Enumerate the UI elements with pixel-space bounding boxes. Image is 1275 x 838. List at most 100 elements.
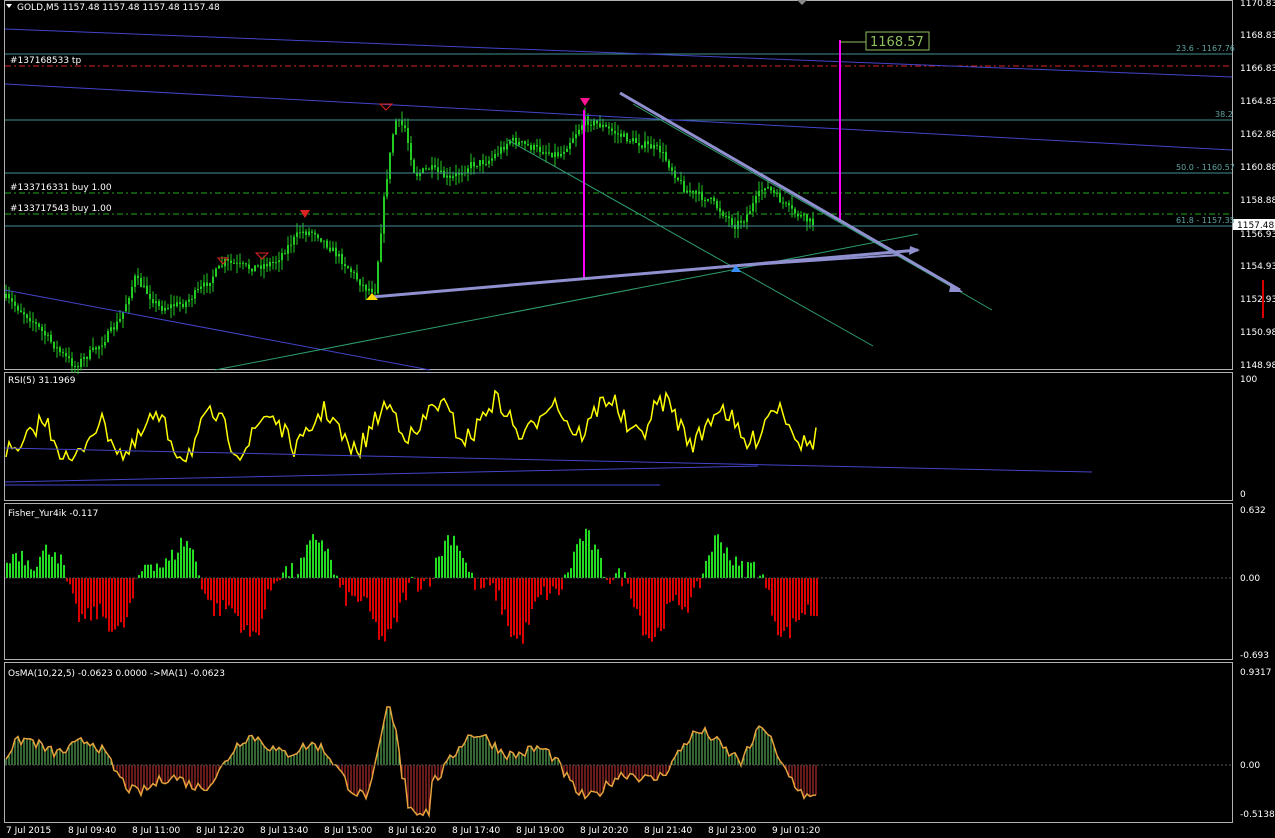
time-tick: 8 Jul 17:40 xyxy=(452,826,501,836)
trading-chart[interactable]: 1170.83 1168.83 1166.83 1164.83 1162.88 … xyxy=(0,0,1275,838)
candle-body xyxy=(62,352,64,354)
candle-body xyxy=(188,299,190,302)
price-tick: 1162.88 xyxy=(1240,130,1275,140)
fisher-bar xyxy=(624,572,626,578)
fisher-bar xyxy=(129,578,131,604)
fisher-bar xyxy=(75,578,77,604)
candle-body xyxy=(263,264,265,269)
main-price-panel[interactable] xyxy=(5,107,814,375)
rsi-tick: 0 xyxy=(1240,490,1246,500)
candle-body xyxy=(8,294,10,299)
fisher-bar xyxy=(618,568,620,578)
fisher-bar xyxy=(258,578,260,636)
candle-body xyxy=(530,145,532,150)
candle-body xyxy=(479,160,481,166)
fisher-bar xyxy=(801,578,803,614)
fisher-bar xyxy=(462,558,464,578)
fisher-bar xyxy=(771,578,773,616)
candle-body xyxy=(203,282,205,287)
fractal-down-icon xyxy=(216,257,230,265)
candle-body xyxy=(338,253,340,257)
fisher-bar xyxy=(474,578,476,590)
fisher-bar xyxy=(390,578,392,629)
fisher-bar xyxy=(90,578,92,621)
time-tick: 8 Jul 09:40 xyxy=(68,826,117,836)
candle-body xyxy=(764,188,766,191)
fisher-bar xyxy=(276,578,278,582)
fisher-bar xyxy=(285,566,287,578)
fisher-bar xyxy=(465,562,467,578)
fisher-tick: -0.693 xyxy=(1240,651,1269,661)
candle-body xyxy=(59,347,61,353)
fisher-bar xyxy=(282,572,284,578)
fisher-bar xyxy=(507,578,509,627)
candle-body xyxy=(560,153,562,157)
fisher-bar xyxy=(99,578,101,604)
fisher-bar xyxy=(42,550,44,578)
fisher-bar xyxy=(186,541,188,578)
fisher-bar xyxy=(249,578,251,637)
candle-body xyxy=(761,190,763,192)
candle-body xyxy=(260,265,262,269)
fisher-bar xyxy=(648,578,650,639)
candle-body xyxy=(68,356,70,359)
candle-body xyxy=(395,120,397,135)
candle-body xyxy=(305,231,307,235)
candle-body xyxy=(392,134,394,153)
fisher-bar xyxy=(273,578,275,584)
candle-body xyxy=(596,120,598,124)
candle-body xyxy=(239,262,241,264)
candle-body xyxy=(593,120,595,126)
fisher-bar xyxy=(672,578,674,601)
fisher-bar xyxy=(105,578,107,619)
candle-body xyxy=(482,160,484,165)
candle-body xyxy=(302,231,304,234)
candle-body xyxy=(173,304,175,307)
fisher-bar xyxy=(534,578,536,602)
fisher-bar xyxy=(597,549,599,578)
fisher-bar xyxy=(795,578,797,622)
candle-body xyxy=(686,190,688,193)
candle-body xyxy=(782,202,784,204)
fisher-bar xyxy=(330,559,332,578)
price-tick: 1160.88 xyxy=(1240,163,1275,173)
fisher-bar xyxy=(333,574,335,578)
candle-body xyxy=(476,165,478,167)
fisher-bar xyxy=(417,578,419,592)
candle-body xyxy=(149,293,151,300)
candle-body xyxy=(671,167,673,171)
fisher-bar xyxy=(675,578,677,595)
fisher-bar xyxy=(246,578,248,626)
candle-body xyxy=(473,162,475,167)
candle-body xyxy=(158,301,160,306)
candle-body xyxy=(569,142,571,149)
fisher-bar xyxy=(777,578,779,636)
candle-body xyxy=(524,141,526,145)
fisher-panel[interactable] xyxy=(6,528,818,644)
fisher-bar xyxy=(726,547,728,578)
fisher-bar xyxy=(234,578,236,614)
fisher-bar xyxy=(411,576,413,578)
fisher-bar xyxy=(402,578,404,593)
fisher-bar xyxy=(27,560,29,578)
candle-body xyxy=(626,133,628,142)
candle-body xyxy=(335,247,337,257)
candle-body xyxy=(200,286,202,289)
fisher-bar xyxy=(711,551,713,578)
candle-body xyxy=(746,214,748,222)
fisher-bar xyxy=(261,578,263,619)
fisher-bar xyxy=(492,578,494,584)
fisher-bar xyxy=(57,563,59,578)
fisher-bar xyxy=(543,578,545,587)
osma-panel[interactable] xyxy=(5,706,817,819)
time-tick: 8 Jul 21:40 xyxy=(644,826,693,836)
fisher-bar xyxy=(531,578,533,609)
candle-body xyxy=(404,125,406,129)
candle-body xyxy=(155,301,157,304)
fisher-bar xyxy=(168,560,170,578)
fisher-bar xyxy=(207,578,209,600)
fisher-bar xyxy=(450,545,452,578)
candle-body xyxy=(236,262,238,264)
fisher-bar xyxy=(204,578,206,594)
fisher-bar xyxy=(780,578,782,637)
